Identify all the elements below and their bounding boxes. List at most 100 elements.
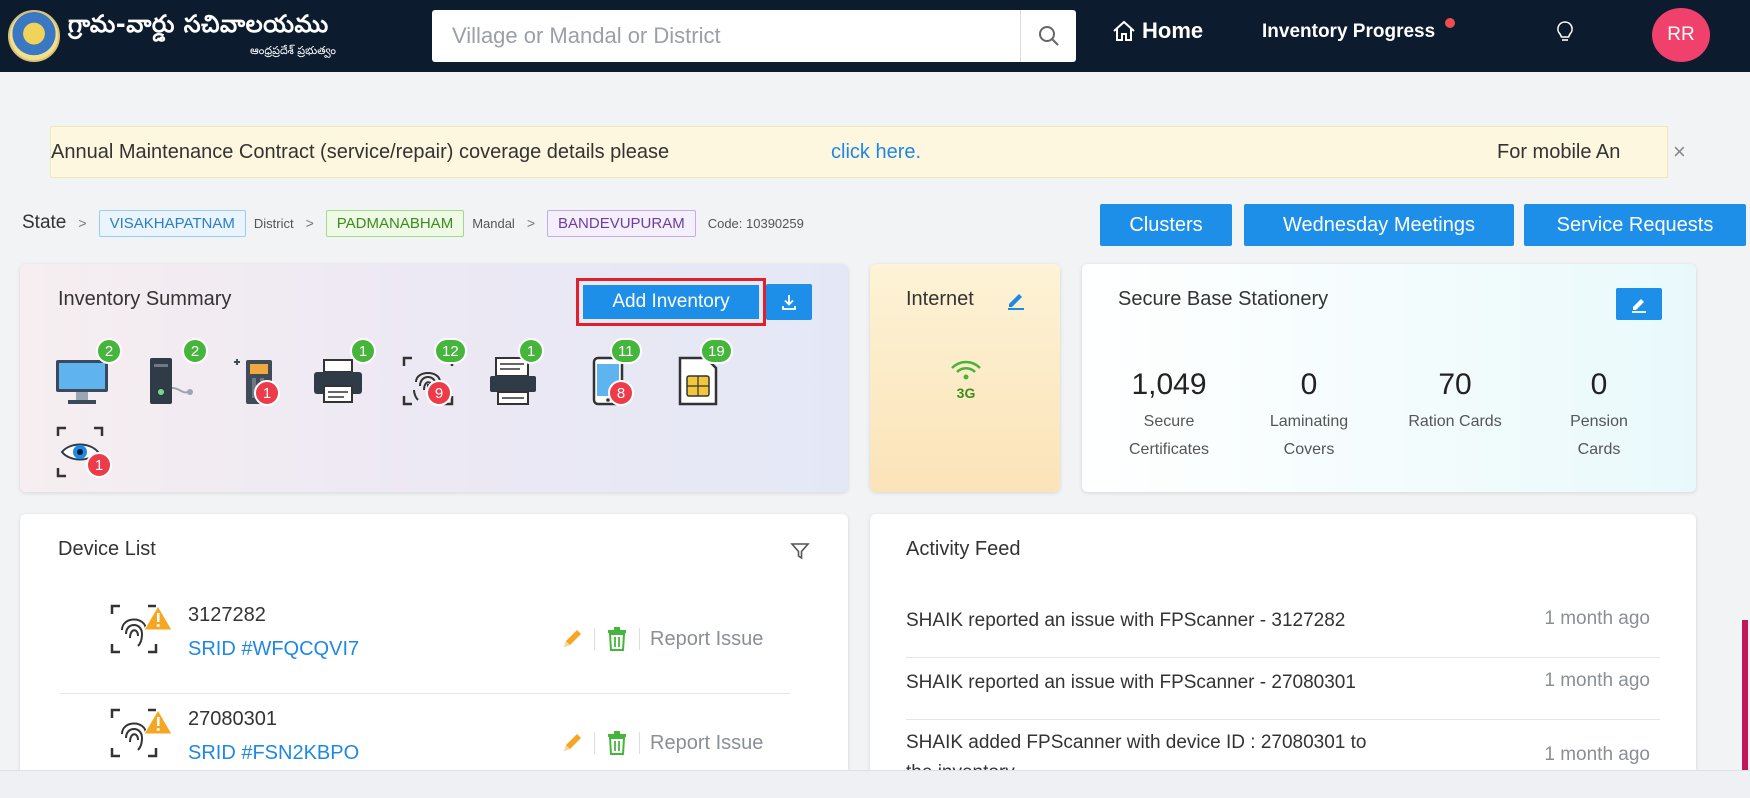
device-id: 27080301 [188,708,277,730]
filter-icon[interactable] [790,542,810,560]
amc-notice-banner: Annual Maintenance Contract (service/rep… [50,126,1686,178]
edit-stationery-button[interactable] [1616,288,1662,320]
fingerprint-warning-icon [108,602,176,661]
notice-text-wrap: Annual Maintenance Contract (service/rep… [51,141,891,164]
edit-icon [1632,299,1646,313]
download-button[interactable] [766,284,812,320]
device-row[interactable]: 3127282 SRID #WFQCQVI7 Report Issue [60,590,790,694]
nav-home-label: Home [1142,18,1204,43]
delete-trash-icon[interactable] [605,730,629,756]
bottom-strip [0,770,1750,798]
wednesday-meetings-button[interactable]: Wednesday Meetings [1244,204,1514,246]
network-type-label: 3G [956,385,976,401]
top-navbar: గ్రామ-వార్డు సచివాలయము ఆంధ్రప్రదేశ్ ప్రభ… [0,0,1750,72]
report-issue-button[interactable]: Report Issue [650,732,763,755]
monitor-active-badge: 2 [96,338,122,364]
breadcrumb-mandal-chip[interactable]: PADMANABHAM [325,209,465,237]
chevron-right-icon: > [305,215,314,231]
nav-home-link[interactable]: Home [1112,18,1203,44]
wifi-signal-icon [951,360,981,380]
stat-label: Secure Certificates [1128,413,1210,458]
device-list-title: Device List [58,538,156,560]
notice-right-text: For mobile Anr [1497,141,1621,163]
activity-row: SHAIK reported an issue with FPScanner -… [906,596,1660,658]
device-actions: Report Issue [560,626,763,652]
fingerprint-active-badge: 12 [434,338,467,364]
divider [639,628,640,650]
device-id: 3127282 [188,604,266,626]
stat-secure-certificates: 1,049 Secure Certificates [1104,368,1234,464]
fingerprint-warning-icon [108,706,176,765]
inventory-summary-title: Inventory Summary [58,288,232,310]
side-edge-accent [1742,620,1748,770]
stat-label: Ration Cards [1408,413,1502,430]
notice-click-here-link[interactable]: click here. [831,141,921,164]
delete-trash-icon[interactable] [605,626,629,652]
notice-mobile-info: For mobile Anr [1491,141,1621,164]
search-input[interactable] [432,10,1032,62]
breadcrumb-state[interactable]: State [22,212,66,234]
bulb-icon[interactable] [1556,20,1574,51]
search-icon [1038,26,1059,46]
activity-text: SHAIK reported an issue with FPScanner -… [906,672,1356,693]
stat-label: Pension Cards [1570,413,1628,458]
user-avatar[interactable]: RR [1652,8,1710,62]
mobile-active-badge: 11 [610,338,642,364]
breadcrumb: State > VISAKHAPATNAM District > PADMANA… [22,208,804,238]
cpu-active-badge: 2 [182,338,208,364]
activity-time: 1 month ago [1544,608,1650,629]
ap-emblem-logo[interactable] [8,10,60,62]
home-icon [1113,20,1135,41]
stat-value: 0 [1590,368,1608,401]
add-inventory-button[interactable]: Add Inventory [583,285,759,319]
nav-inventory-progress-link[interactable]: Inventory Progress [1262,21,1435,43]
device-srid-link[interactable]: SRID #WFQCQVI7 [188,638,359,661]
logo-title[interactable]: గ్రామ-వార్డు సచివాలయము [68,10,329,44]
divider [594,732,595,754]
edit-internet-icon[interactable] [1006,290,1026,310]
search-box [432,10,1076,62]
notice-close-button[interactable]: × [1673,139,1686,165]
report-issue-button[interactable]: Report Issue [650,628,763,651]
chevron-right-icon: > [526,215,536,231]
notification-dot [1445,18,1455,28]
stat-value: 70 [1438,368,1472,401]
edit-pencil-icon[interactable] [560,731,584,755]
search-button[interactable] [1020,10,1076,62]
iris-issue-badge: 1 [86,452,112,478]
stat-label: Laminating Covers [1269,413,1349,458]
activity-time: 1 month ago [1544,670,1650,691]
chevron-right-icon: > [78,215,87,231]
stationery-title: Secure Base Stationery [1118,288,1329,310]
service-requests-button[interactable]: Service Requests [1524,204,1746,246]
activity-row: SHAIK reported an issue with FPScanner -… [906,658,1660,720]
breadcrumb-mandal-label: Mandal [472,215,515,231]
breadcrumb-district-chip[interactable]: VISAKHAPATNAM [98,209,246,237]
breadcrumb-village-chip[interactable]: BANDEVUPURAM [547,209,696,237]
edit-pencil-icon[interactable] [560,627,584,651]
activity-time: 1 month ago [1544,744,1650,765]
clusters-button[interactable]: Clusters [1100,204,1232,246]
divider [594,628,595,650]
activity-feed-card: Activity Feed SHAIK reported an issue wi… [870,514,1696,784]
internet-title: Internet [906,288,974,310]
add-inventory-highlight: Add Inventory [576,278,766,326]
breadcrumb-district-label: District [253,215,294,231]
scanner-active-badge: 1 [518,338,544,364]
stat-pension-cards: 0 Pension Cards [1534,368,1664,464]
divider [639,732,640,754]
village-code: Code: 10390259 [707,215,804,231]
stat-ration-cards: 70 Ration Cards [1390,368,1520,436]
printer-active-badge: 1 [350,338,376,364]
fingerprint-issue-badge: 9 [426,380,452,406]
stat-laminating-covers: 0 Laminating Covers [1244,368,1374,464]
device-srid-link[interactable]: SRID #FSN2KBPO [188,742,359,765]
activity-text: SHAIK reported an issue with FPScanner -… [906,610,1346,631]
network-signal-indicator: 3G [946,358,986,401]
stat-value: 0 [1300,368,1318,401]
activity-feed-title: Activity Feed [906,538,1021,560]
mobile-issue-badge: 8 [608,380,634,406]
internet-card: Internet 3G [870,264,1060,492]
inventory-summary-card: Inventory Summary Add Inventory 2 2 1 1 … [20,264,848,492]
stat-value: 1,049 [1131,368,1207,401]
